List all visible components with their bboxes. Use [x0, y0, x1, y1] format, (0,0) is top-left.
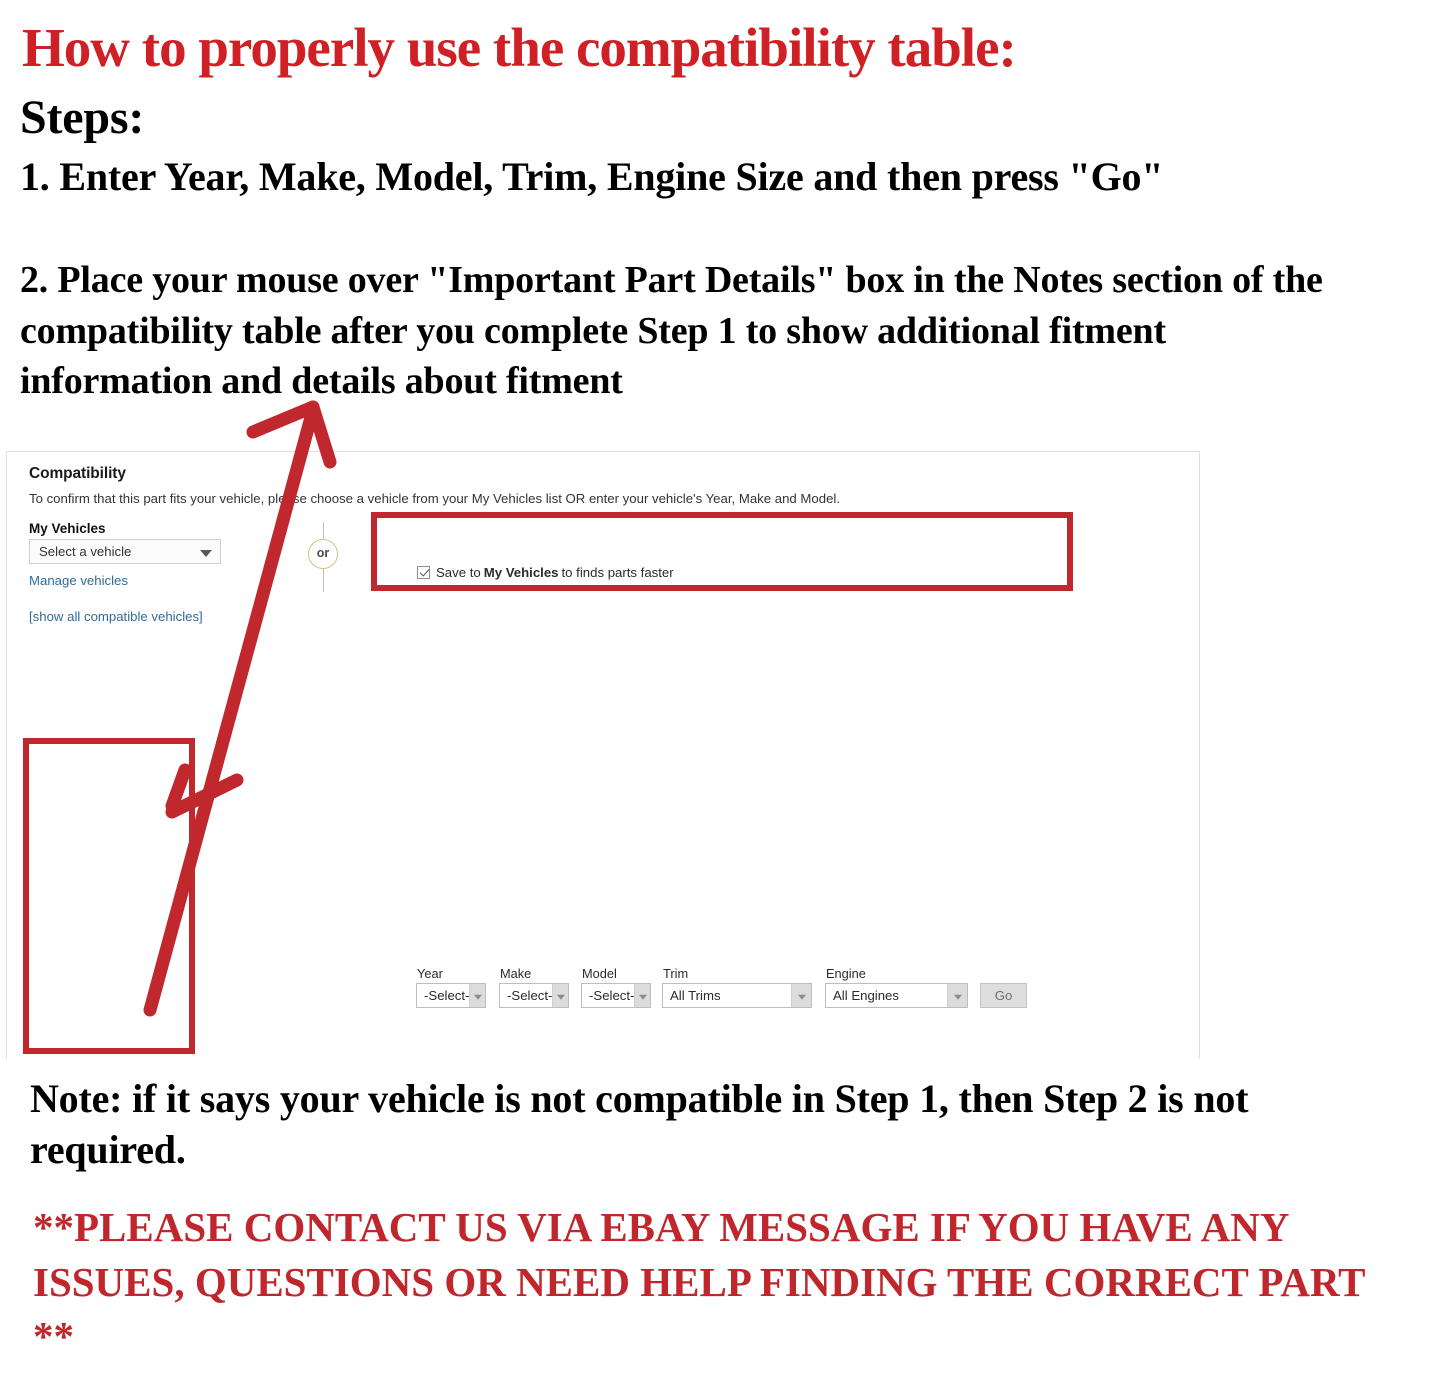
make-value: -Select- [507, 988, 553, 1003]
year-value: -Select- [424, 988, 470, 1003]
make-label: Make [500, 966, 532, 981]
trim-label: Trim [663, 966, 689, 981]
save-bold-label: My Vehicles [483, 565, 559, 580]
compatibility-subtitle: To confirm that this part fits your vehi… [29, 491, 840, 506]
or-label: or [316, 546, 330, 560]
step-1-text: 1. Enter Year, Make, Model, Trim, Engine… [20, 154, 1164, 199]
or-circle: or [308, 539, 338, 569]
contact-text: **PLEASE CONTACT US VIA EBAY MESSAGE IF … [33, 1204, 1365, 1360]
my-vehicles-selected-value: Select a vehicle [39, 544, 132, 559]
compatibility-heading: Compatibility [29, 465, 126, 482]
trim-select[interactable]: All Trims [662, 983, 812, 1008]
note-text: Note: if it says your vehicle is not com… [30, 1076, 1249, 1173]
model-dropdown-arrow-icon[interactable] [634, 984, 650, 1007]
make-dropdown-arrow-icon[interactable] [552, 984, 568, 1007]
my-vehicles-select[interactable]: Select a vehicle [29, 539, 221, 564]
trim-dropdown-arrow-icon[interactable] [791, 984, 811, 1007]
save-suffix-label: to finds parts faster [561, 565, 674, 580]
engine-select[interactable]: All Engines [825, 983, 968, 1008]
my-vehicles-label: My Vehicles [29, 521, 106, 536]
step-2-text: 2. Place your mouse over "Important Part… [20, 259, 1323, 403]
save-checkbox[interactable] [417, 566, 430, 579]
year-select[interactable]: -Select- [416, 983, 486, 1008]
year-dropdown-arrow-icon[interactable] [469, 984, 485, 1007]
engine-value: All Engines [833, 988, 899, 1003]
show-all-compatible-vehicles-link[interactable]: [show all compatible vehicles] [29, 609, 203, 624]
chevron-down-icon [200, 550, 212, 557]
engine-dropdown-arrow-icon[interactable] [947, 984, 967, 1007]
steps-label: Steps: [20, 91, 145, 144]
compatibility-panel: Compatibility To confirm that this part … [6, 451, 1200, 1059]
go-button[interactable]: Go [980, 983, 1027, 1008]
model-label: Model [582, 966, 617, 981]
model-select[interactable]: -Select- [581, 983, 651, 1008]
manage-vehicles-link[interactable]: Manage vehicles [29, 573, 128, 588]
save-prefix-label: Save to [436, 565, 481, 580]
trim-value: All Trims [670, 988, 721, 1003]
model-value: -Select- [589, 988, 635, 1003]
or-separator: or [304, 522, 344, 592]
save-to-my-vehicles-row[interactable]: Save to My Vehicles to finds parts faste… [417, 565, 674, 580]
make-select[interactable]: -Select- [499, 983, 569, 1008]
page-title: How to properly use the compatibility ta… [22, 17, 1017, 78]
arrow-head-left [246, 400, 320, 439]
engine-label: Engine [826, 966, 866, 981]
year-label: Year [417, 966, 443, 981]
